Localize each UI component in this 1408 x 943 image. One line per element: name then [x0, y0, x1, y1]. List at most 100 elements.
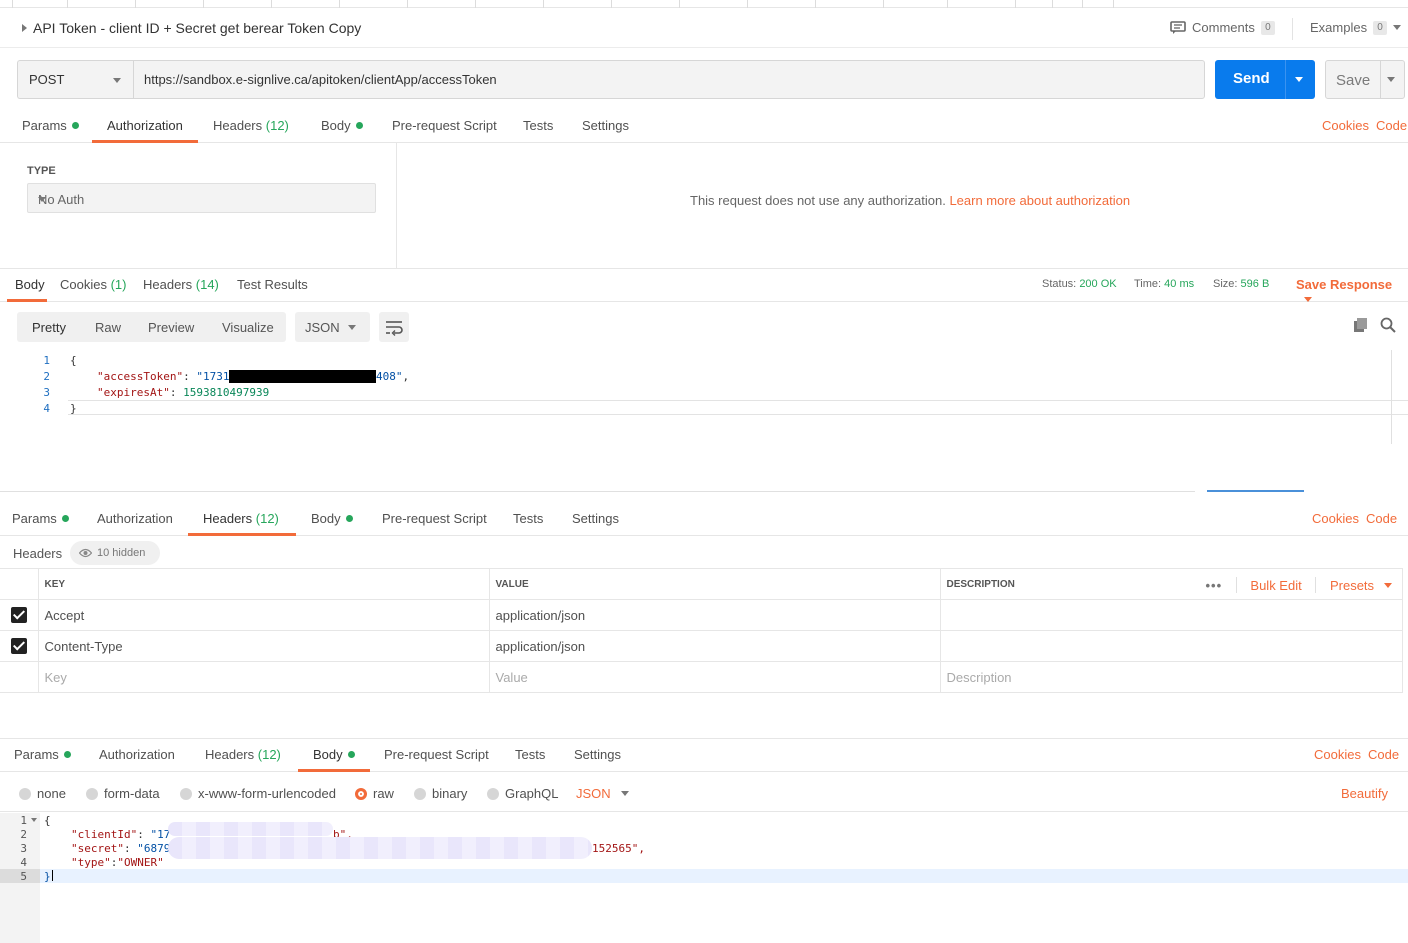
request-title[interactable]: API Token - client ID + Secret get berea…	[33, 20, 361, 36]
bulk-edit-link[interactable]: Bulk Edit	[1250, 578, 1301, 593]
blurred-secret	[168, 837, 592, 859]
tab-body[interactable]: Body	[321, 118, 363, 133]
wrap-lines-button[interactable]	[379, 312, 409, 342]
copy-icon[interactable]	[1353, 317, 1369, 333]
code-token-suffix: 408",	[376, 370, 410, 383]
auth-message: This request does not use any authorizat…	[690, 193, 1131, 208]
hidden-headers-toggle[interactable]: 10 hidden	[70, 541, 160, 565]
header-key-cell[interactable]: Content-Type	[37, 630, 490, 662]
column-description: DESCRIPTION ••• Bulk Edit Presets	[939, 568, 1403, 600]
header-description-cell[interactable]	[939, 630, 1403, 662]
response-tab-body[interactable]: Body	[15, 277, 45, 292]
new-value-input[interactable]: Value	[488, 661, 941, 693]
tab-authorization[interactable]: Authorization	[97, 511, 173, 526]
header-enabled-checkbox[interactable]	[10, 607, 27, 624]
tab-pre-request-script[interactable]: Pre-request Script	[392, 118, 497, 133]
tab-settings[interactable]: Settings	[582, 118, 629, 133]
examples-dropdown[interactable]: Examples 0	[1310, 20, 1402, 35]
code-line-expires-at: "expiresAt": 1593810497939	[97, 386, 270, 399]
tab-settings[interactable]: Settings	[574, 747, 621, 762]
response-tab-headers[interactable]: Headers (14)	[143, 277, 219, 292]
line-number: 3	[20, 842, 27, 855]
body-type-form-data-radio[interactable]: form-data	[86, 786, 160, 801]
tab-settings[interactable]: Settings	[572, 511, 619, 526]
save-button[interactable]: Save	[1325, 60, 1405, 99]
line-number: 5	[20, 870, 27, 883]
body-type-none-radio[interactable]: none	[19, 786, 66, 801]
body-type-binary-radio[interactable]: binary	[414, 786, 467, 801]
url-input[interactable]: https://sandbox.e-signlive.ca/apitoken/c…	[133, 60, 1205, 99]
tab-params[interactable]: Params	[22, 118, 79, 133]
code-brace-close: }	[44, 870, 53, 883]
send-options-chevron-icon[interactable]	[1295, 77, 1303, 82]
body-format-select[interactable]: JSON	[576, 786, 629, 801]
header-enabled-checkbox[interactable]	[10, 638, 27, 655]
new-key-input[interactable]: Key	[37, 661, 490, 693]
beautify-button[interactable]: Beautify	[1341, 786, 1388, 801]
body-active-dot	[345, 515, 353, 522]
save-options-chevron-icon[interactable]	[1387, 77, 1395, 82]
code-link[interactable]: Code	[1376, 118, 1407, 133]
body-type-options: none form-data x-www-form-urlencoded raw…	[0, 774, 1408, 812]
blurred-client-id	[168, 822, 333, 836]
code-link[interactable]: Code	[1368, 747, 1399, 762]
table-row: Accept application/json	[0, 599, 1403, 631]
request-body-editor[interactable]: 1 2 3 4 5 { "clientId": "17 b", "secret"…	[0, 813, 1408, 943]
presets-dropdown[interactable]: Presets	[1330, 578, 1392, 593]
tab-authorization[interactable]: Authorization	[99, 747, 175, 762]
response-view-group: Pretty Raw Preview Visualize	[17, 312, 286, 342]
tab-headers[interactable]: Headers (12)	[203, 511, 279, 526]
body-type-urlencoded-radio[interactable]: x-www-form-urlencoded	[180, 786, 336, 801]
column-value: VALUE	[488, 568, 941, 600]
method-select[interactable]: POST	[17, 60, 133, 99]
tab-params[interactable]: Params	[12, 511, 69, 526]
send-button[interactable]: Send	[1215, 60, 1315, 99]
tab-tests[interactable]: Tests	[523, 118, 553, 133]
auth-type-select[interactable]: No Auth	[27, 183, 376, 213]
view-visualize-button[interactable]: Visualize	[222, 320, 274, 335]
view-preview-button[interactable]: Preview	[148, 320, 194, 335]
tab-body[interactable]: Body	[313, 747, 355, 762]
response-format-select[interactable]: JSON	[295, 312, 370, 342]
tab-params[interactable]: Params	[14, 747, 71, 762]
tab-headers[interactable]: Headers (12)	[205, 747, 281, 762]
tab-body[interactable]: Body	[311, 511, 353, 526]
cookies-link[interactable]: Cookies	[1314, 747, 1361, 762]
request-tabs-body-view: Params Authorization Headers (12) Body P…	[0, 738, 1408, 772]
header-description-cell[interactable]	[939, 599, 1403, 631]
comments-button[interactable]: Comments 0	[1170, 20, 1275, 35]
learn-more-auth-link[interactable]: Learn more about authorization	[949, 193, 1130, 208]
new-description-input[interactable]: Description	[939, 661, 1403, 693]
body-type-raw-radio[interactable]: raw	[355, 786, 394, 801]
method-value: POST	[29, 72, 65, 87]
tab-tests[interactable]: Tests	[515, 747, 545, 762]
response-body-editor[interactable]: 1 2 3 4 { "accessToken": "1731 408", "ex…	[0, 350, 1408, 444]
save-response-button[interactable]: Save Response	[1296, 277, 1408, 307]
response-tab-test-results[interactable]: Test Results	[237, 277, 308, 292]
search-icon[interactable]	[1380, 317, 1396, 333]
view-raw-button[interactable]: Raw	[95, 320, 121, 335]
active-tab-underline	[188, 533, 296, 536]
headers-table: KEY VALUE DESCRIPTION ••• Bulk Edit Pres…	[0, 568, 1403, 693]
header-value-cell[interactable]: application/json	[488, 630, 941, 662]
body-type-graphql-radio[interactable]: GraphQL	[487, 786, 558, 801]
tab-headers[interactable]: Headers (12)	[213, 118, 289, 133]
tab-pre-request-script[interactable]: Pre-request Script	[382, 511, 487, 526]
header-key-cell[interactable]: Accept	[37, 599, 490, 631]
tab-authorization[interactable]: Authorization	[107, 118, 183, 133]
wrap-lines-icon	[386, 321, 403, 336]
cookies-link[interactable]: Cookies	[1312, 511, 1359, 526]
fold-caret-icon[interactable]	[31, 818, 37, 822]
view-pretty-button[interactable]: Pretty	[32, 320, 66, 335]
send-label: Send	[1233, 70, 1270, 87]
code-link[interactable]: Code	[1366, 511, 1397, 526]
code-secret-suffix: 152565",	[592, 842, 645, 855]
eye-icon	[79, 548, 92, 558]
more-options-icon[interactable]: •••	[1206, 578, 1223, 593]
cookies-link[interactable]: Cookies	[1322, 118, 1369, 133]
tab-tests[interactable]: Tests	[513, 511, 543, 526]
tab-pre-request-script[interactable]: Pre-request Script	[384, 747, 489, 762]
header-value-cell[interactable]: application/json	[488, 599, 941, 631]
response-tab-cookies[interactable]: Cookies (1)	[60, 277, 126, 292]
expand-caret-icon[interactable]	[22, 24, 27, 32]
